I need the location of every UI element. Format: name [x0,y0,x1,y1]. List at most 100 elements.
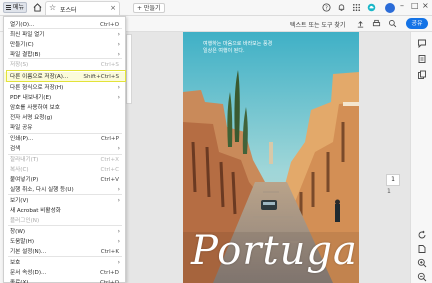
create-button[interactable]: + 만들기 [133,3,165,13]
hamburger-icon [6,5,11,10]
document-tab[interactable]: ☆ 포스터 × [45,1,120,15]
menu-item[interactable]: 열기(O)... Ctrl+O [4,20,125,30]
menu-item[interactable]: 검색 › [4,144,125,154]
home-icon[interactable] [33,3,42,12]
chevron-right-icon: › [117,31,120,38]
page-number-input[interactable]: 1 [386,174,400,186]
menu-item[interactable]: 파일 공유 [4,123,125,133]
chevron-right-icon: › [117,145,120,152]
menu-item[interactable]: 보호 › [4,258,125,268]
menu-item-label: 새 Acrobat 비활성화 [10,208,61,214]
menu-item-shortcut: Ctrl+S [100,62,119,68]
menu-item-label: 복사(C) [10,167,29,173]
search-icon[interactable] [388,19,397,28]
menu-item-shortcut: Ctrl+Q [99,280,119,283]
pages-icon[interactable] [417,70,427,80]
chevron-right-icon: › [117,84,120,91]
menu-item-label: 잘라내기(T) [10,157,39,163]
bell-icon[interactable] [337,3,346,12]
menu-item[interactable]: 보기(V) › [4,196,125,206]
menu-item[interactable]: 다른 형식으로 저장(H) › [4,83,125,93]
chevron-right-icon: › [117,228,120,235]
poster-caption-line1: 여행하는 마음으로 바라보는 풍경 [203,41,273,47]
tool-search[interactable]: 텍스트 또는 도구 찾기 [290,20,345,29]
edit-pdf-icon[interactable] [417,54,427,64]
menu-item[interactable]: 복사(C) Ctrl+C [4,165,125,175]
zoom-in-icon[interactable] [417,258,427,268]
document-canvas[interactable]: 여행하는 마음으로 바라보는 풍경 일상은 여행이 된다. Portugal [126,32,410,283]
acrobat-window: 메뉴 ☆ 포스터 × + 만들기 ? – □ × 텍스트 또는 도구 찾기 공유 [0,0,432,283]
menu-item[interactable]: 종료(X) Ctrl+Q [4,278,125,283]
title-bar: 메뉴 ☆ 포스터 × + 만들기 ? – □ × [0,0,432,16]
menu-item-label: PDF 내보내기(E) [10,95,52,101]
chevron-right-icon: › [117,41,120,48]
poster-title: Portugal [191,228,359,274]
chevron-right-icon: › [117,51,120,58]
menu-item-label: 붙여넣기(P) [10,177,39,183]
menu-item-label: 문서 속성(D)... [10,270,47,276]
menu-item-label: 저장(S) [10,62,29,68]
menu-item-shortcut: Ctrl+X [100,157,119,163]
avatar[interactable] [385,3,395,13]
close-tab-icon[interactable]: × [110,4,116,12]
menu-item[interactable]: 새 Acrobat 비활성화 [4,206,125,216]
rotate-icon[interactable] [417,230,427,240]
menu-item[interactable]: 암호를 사용하여 보호 [4,103,125,113]
menu-item-label: 암호를 사용하여 보호 [10,105,60,111]
main-menu-dropdown: 열기(O)... Ctrl+O 최신 파일 열기 › 만들기(C) › 파일 결합(B) › 저… [3,16,126,283]
menu-item-label: 만들기(C) [10,42,34,48]
help-icon[interactable]: ? [322,3,331,12]
menu-item[interactable]: 실행 취소, 다시 실행 등(U) › [4,185,125,195]
print-icon[interactable] [372,19,381,28]
floating-tool-strip[interactable] [126,34,132,104]
share-button[interactable]: 공유 [406,18,428,29]
menu-item-shortcut: Ctrl+K [100,249,119,255]
highlight-frame [6,70,126,82]
menu-item[interactable]: PDF 내보내기(E) › [4,93,125,103]
comment-icon[interactable] [417,38,427,48]
menu-item-label: 인쇄(P)... [10,136,34,142]
maximize-icon[interactable]: □ [411,1,419,10]
menu-item[interactable]: 최신 파일 열기 › [4,30,125,40]
document-icon[interactable] [417,244,427,254]
document-tab-title: 포스터 [60,7,77,14]
menu-item[interactable]: 기본 설정(N)... Ctrl+K [4,247,125,257]
menu-item-shortcut: Ctrl+O [99,22,119,28]
menu-item[interactable]: 플러그인(N) [4,216,125,226]
cloud-icon[interactable] [367,3,376,12]
star-icon[interactable]: ☆ [49,3,56,12]
menu-item-shortcut: Ctrl+D [100,270,119,276]
menu-item-label: 도움말(H) [10,239,35,245]
menu-item[interactable]: 파일 결합(B) › [4,50,125,60]
chevron-right-icon: › [117,259,120,266]
save-cloud-icon[interactable] [356,19,365,28]
menu-item-label: 다른 형식으로 저장(H) [10,85,64,91]
menu-item-label: 종료(X) [10,280,29,283]
poster-caption-line2: 일상은 여행이 된다. [203,48,245,54]
menu-item-label: 보기(V) [10,198,29,204]
zoom-out-icon[interactable] [417,272,427,282]
menu-item[interactable]: 전자 서명 요청(g) [4,113,125,123]
menu-item-label: 열기(O)... [10,22,35,28]
menu-item[interactable]: 만들기(C) › [4,40,125,50]
menu-item[interactable]: 창(W) › [4,227,125,237]
minimize-icon[interactable]: – [400,1,404,10]
menu-item[interactable]: 저장(S) Ctrl+S [4,60,125,70]
chevron-right-icon: › [117,197,120,204]
menu-button[interactable]: 메뉴 [3,2,27,13]
menu-item-shortcut: Ctrl+C [100,167,119,173]
close-window-icon[interactable]: × [422,1,429,10]
apps-grid-icon[interactable] [352,3,361,12]
chevron-right-icon: › [117,238,120,245]
svg-text:?: ? [325,6,328,12]
menu-item[interactable]: 붙여넣기(P) Ctrl+V [4,175,125,185]
menu-item-label: 검색 [10,146,21,152]
menu-item[interactable]: 잘라내기(T) Ctrl+X [4,155,125,165]
poster-page: 여행하는 마음으로 바라보는 풍경 일상은 여행이 된다. Portugal [183,32,359,283]
page-total: 1 [387,188,391,195]
menu-item[interactable]: 문서 속성(D)... Ctrl+D [4,268,125,278]
menu-item-shortcut: Ctrl+P [100,136,119,142]
menu-item[interactable]: 도움말(H) › [4,237,125,247]
menu-item-label: 플러그인(N) [10,218,40,224]
menu-item[interactable]: 인쇄(P)... Ctrl+P [4,134,125,144]
